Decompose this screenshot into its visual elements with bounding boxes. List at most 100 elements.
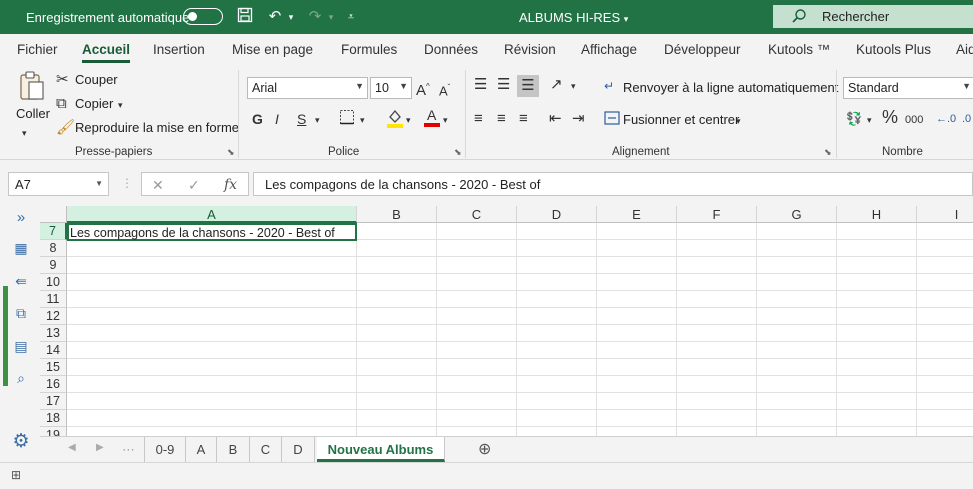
paste-icon[interactable]	[18, 70, 46, 102]
sheet-tab-d[interactable]: D	[282, 437, 315, 462]
formula-input[interactable]: Les compagons de la chansons - 2020 - Be…	[253, 172, 973, 196]
font-color-icon[interactable]: A	[423, 107, 441, 132]
autosave-toggle[interactable]	[183, 8, 223, 25]
row-header-17[interactable]: 17	[40, 393, 67, 410]
decrease-decimal-icon[interactable]: .0	[962, 110, 971, 128]
font-family-select[interactable]: Arial ▼	[247, 77, 368, 99]
borders-icon[interactable]	[339, 109, 355, 130]
orientation-icon[interactable]: ↗	[550, 76, 563, 94]
font-launcher-icon[interactable]: ⬊	[454, 147, 462, 158]
copy-chevron-icon[interactable]: ▾	[118, 96, 123, 114]
format-painter-button[interactable]: Reproduire la mise en forme	[75, 120, 239, 135]
sheet-tab-b[interactable]: B	[217, 437, 250, 462]
decrease-font-icon[interactable]: Aˇ	[439, 79, 450, 100]
clipboard-launcher-icon[interactable]: ⬊	[227, 147, 235, 158]
decrease-indent-icon[interactable]: ⇤	[549, 110, 562, 128]
name-box[interactable]: A7 ▼	[8, 172, 109, 196]
tab-insertion[interactable]: Insertion	[153, 42, 205, 57]
accounting-format-icon[interactable]: 💱	[846, 110, 862, 128]
grid-icon[interactable]: ▤	[11, 336, 31, 356]
bold-button[interactable]: G	[252, 110, 263, 128]
undo-chevron-icon[interactable]: ▾	[281, 7, 301, 27]
row-header-7[interactable]: 7	[40, 223, 67, 240]
column-header-d[interactable]: D	[517, 206, 597, 223]
row-header-15[interactable]: 15	[40, 359, 67, 376]
align-center-icon[interactable]: ≡	[497, 110, 506, 128]
expand-panel-icon[interactable]: »	[11, 208, 31, 228]
layers-icon[interactable]: ⧉	[11, 303, 31, 323]
accounting-chevron-icon[interactable]: ▾	[867, 111, 872, 129]
underline-chevron-icon[interactable]: ▾	[315, 111, 320, 129]
tab-donnees[interactable]: Données	[424, 42, 478, 57]
thousands-button[interactable]: 000	[905, 111, 923, 129]
tab-revision[interactable]: Révision	[504, 42, 556, 57]
row-header-10[interactable]: 10	[40, 274, 67, 291]
tab-aide[interactable]: Aid	[956, 42, 973, 57]
column-header-b[interactable]: B	[357, 206, 437, 223]
align-top-icon[interactable]: ☰	[474, 76, 487, 94]
sheet-tab-c[interactable]: C	[250, 437, 282, 462]
enter-icon[interactable]: ✓	[188, 177, 200, 194]
spreadsheet-grid[interactable]: A B C D E F G H I 7 8 9 10 11 12 13 14 15 16 17 18 19 Les comp…	[40, 206, 973, 436]
align-left-icon[interactable]: ≡	[474, 110, 483, 128]
settings-gear-icon[interactable]: ⚙	[11, 432, 31, 452]
row-header-19[interactable]: 19	[40, 427, 67, 436]
fill-color-icon[interactable]	[386, 108, 404, 133]
column-header-c[interactable]: C	[437, 206, 517, 223]
add-sheet-icon[interactable]: ⊕	[478, 439, 491, 459]
tab-affichage[interactable]: Affichage	[581, 42, 637, 57]
orientation-chevron-icon[interactable]: ▾	[571, 77, 576, 95]
paste-button[interactable]: Coller	[16, 106, 50, 121]
column-header-f[interactable]: F	[677, 206, 757, 223]
increase-font-icon[interactable]: A^	[416, 78, 430, 100]
tab-fichier[interactable]: Fichier	[17, 42, 58, 57]
save-icon[interactable]	[235, 7, 255, 27]
font-color-chevron-icon[interactable]: ▾	[443, 111, 448, 129]
row-header-11[interactable]: 11	[40, 291, 67, 308]
fill-color-chevron-icon[interactable]: ▾	[406, 111, 411, 129]
cut-button[interactable]: Couper	[75, 72, 118, 87]
column-header-i[interactable]: I	[917, 206, 973, 223]
cancel-icon[interactable]: ✕	[152, 177, 164, 194]
row-header-18[interactable]: 18	[40, 410, 67, 427]
alignment-launcher-icon[interactable]: ⬊	[824, 147, 832, 158]
customize-qat-icon[interactable]: ⩡	[341, 7, 361, 27]
column-header-a[interactable]: A	[67, 206, 357, 223]
row-header-12[interactable]: 12	[40, 308, 67, 325]
copy-button[interactable]: Copier	[75, 96, 113, 111]
align-middle-icon[interactable]: ☰	[497, 76, 510, 94]
active-cell-a7[interactable]: Les compagons de la chansons - 2020 - Be…	[67, 223, 357, 241]
tab-developpeur[interactable]: Développeur	[664, 42, 741, 57]
row-header-8[interactable]: 8	[40, 240, 67, 257]
document-title[interactable]: ALBUMS HI-RES ▾	[519, 10, 628, 25]
tab-kutools-plus[interactable]: Kutools Plus	[856, 42, 931, 57]
number-format-select[interactable]: Standard ▼	[843, 77, 973, 99]
sheet-tab-a[interactable]: A	[186, 437, 217, 462]
sheet-more-icon[interactable]: ⋯	[122, 442, 135, 458]
percent-button[interactable]: %	[882, 108, 898, 126]
column-header-e[interactable]: E	[597, 206, 677, 223]
table-icon[interactable]: ▦	[11, 238, 31, 258]
font-size-select[interactable]: 10 ▼	[370, 77, 412, 99]
increase-indent-icon[interactable]: ⇥	[572, 110, 585, 128]
sheet-next-icon[interactable]: ▶	[96, 442, 104, 453]
underline-button[interactable]: S	[297, 110, 306, 128]
borders-chevron-icon[interactable]: ▾	[360, 111, 365, 129]
italic-button[interactable]: I	[275, 110, 279, 128]
sheet-prev-icon[interactable]: ◀	[68, 442, 76, 453]
merge-center-button[interactable]: Fusionner et centrer	[623, 112, 739, 127]
formula-drag-handle-icon[interactable]: ⋮	[121, 176, 133, 190]
increase-decimal-icon[interactable]: ←.0	[936, 110, 956, 128]
tab-accueil[interactable]: Accueil	[82, 42, 131, 63]
find-icon[interactable]: ⌕	[11, 368, 31, 388]
navigation-icon[interactable]: ⇚	[11, 271, 31, 291]
select-all-corner[interactable]	[40, 206, 67, 223]
align-right-icon[interactable]: ≡	[519, 110, 528, 128]
macro-record-icon[interactable]: ⊞	[11, 468, 21, 482]
align-bottom-icon[interactable]: ☰	[517, 75, 539, 97]
row-header-13[interactable]: 13	[40, 325, 67, 342]
row-header-16[interactable]: 16	[40, 376, 67, 393]
sheet-tab-0-9[interactable]: 0-9	[144, 437, 186, 462]
tab-formules[interactable]: Formules	[341, 42, 397, 57]
search-box[interactable]: Rechercher	[773, 5, 973, 28]
